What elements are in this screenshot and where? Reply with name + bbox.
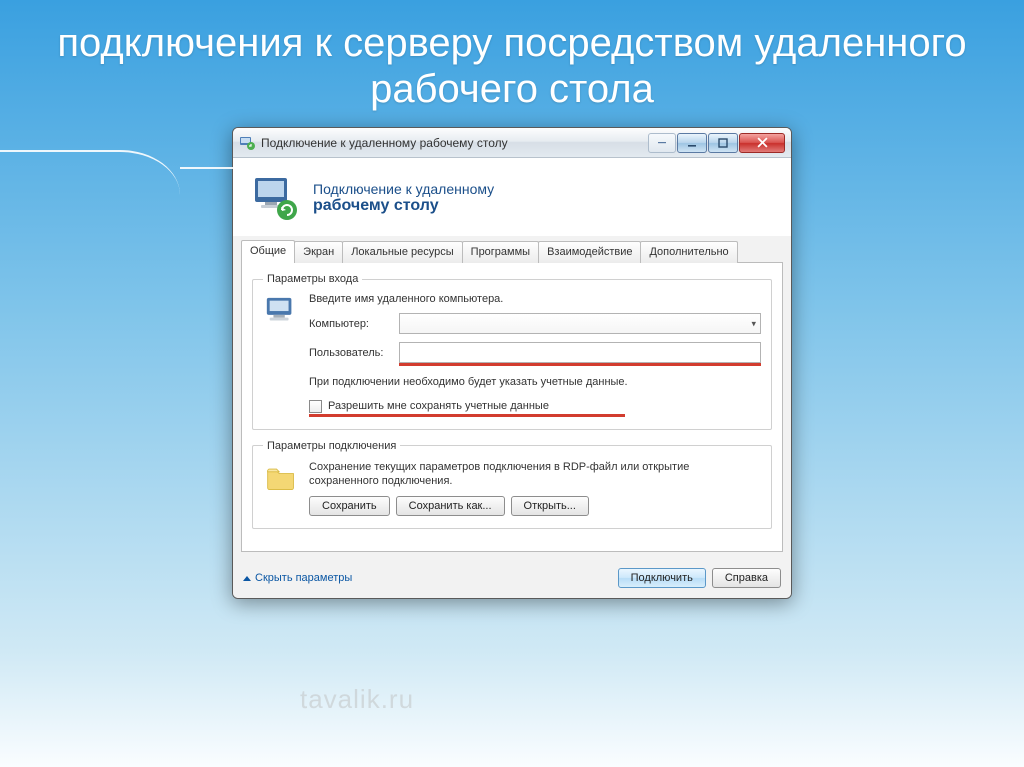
- titlebar-text: Подключение к удаленному рабочему столу: [261, 136, 647, 150]
- computer-combobox[interactable]: ▾: [399, 313, 761, 334]
- login-settings-group: Параметры входа Введите имя удаленного к…: [252, 273, 772, 430]
- credentials-note: При подключении необходимо будет указать…: [309, 376, 761, 390]
- header-line1: Подключение к удаленному: [313, 181, 494, 197]
- computer-label: Компьютер:: [309, 318, 399, 330]
- slide-title: подключения к серверу посредством удален…: [0, 0, 1024, 127]
- save-as-button[interactable]: Сохранить как...: [396, 496, 505, 516]
- collapse-arrow-icon: [243, 576, 251, 581]
- save-credentials-checkbox[interactable]: [309, 400, 322, 413]
- connection-legend: Параметры подключения: [263, 440, 400, 452]
- dropdown-arrow-icon: ▾: [751, 318, 756, 329]
- highlight-save-creds: [309, 414, 625, 417]
- open-button[interactable]: Открыть...: [511, 496, 589, 516]
- maximize-button[interactable]: [708, 133, 738, 153]
- tab-display[interactable]: Экран: [294, 241, 343, 263]
- login-instruction: Введите имя удаленного компьютера.: [309, 293, 761, 305]
- tab-experience[interactable]: Взаимодействие: [538, 241, 641, 263]
- tab-strip: Общие Экран Локальные ресурсы Программы …: [233, 240, 791, 263]
- titlebar[interactable]: Подключение к удаленному рабочему столу: [233, 128, 791, 158]
- user-label: Пользователь:: [309, 347, 399, 359]
- tab-general[interactable]: Общие: [241, 240, 295, 263]
- computer-icon: [263, 293, 299, 417]
- save-credentials-label: Разрешить мне сохранять учетные данные: [328, 400, 549, 412]
- rdp-dialog-window: Подключение к удаленному рабочему столу …: [232, 127, 792, 599]
- window-buttons: [647, 133, 785, 153]
- username-input[interactable]: [399, 342, 761, 363]
- help-button[interactable]: Справка: [712, 568, 781, 588]
- login-legend: Параметры входа: [263, 273, 362, 285]
- save-button[interactable]: Сохранить: [309, 496, 390, 516]
- tab-advanced[interactable]: Дополнительно: [640, 241, 737, 263]
- help-window-button[interactable]: [648, 133, 676, 153]
- watermark: tavalik.ru: [300, 684, 414, 715]
- connection-note: Сохранение текущих параметров подключени…: [309, 460, 761, 489]
- hide-options-text: Скрыть параметры: [255, 572, 352, 584]
- header-line2: рабочему столу: [313, 197, 494, 215]
- tab-local-resources[interactable]: Локальные ресурсы: [342, 241, 462, 263]
- rdp-app-icon: [239, 135, 255, 151]
- minimize-button[interactable]: [677, 133, 707, 153]
- dialog-footer: Скрыть параметры Подключить Справка: [233, 560, 791, 598]
- decorative-wave: [0, 150, 180, 195]
- hide-options-link[interactable]: Скрыть параметры: [243, 572, 352, 584]
- dialog-header-text: Подключение к удаленному рабочему столу: [313, 181, 494, 215]
- tab-panel-general: Параметры входа Введите имя удаленного к…: [241, 263, 783, 552]
- folder-icon: [263, 460, 299, 517]
- rdp-header-icon: [251, 174, 299, 222]
- tab-programs[interactable]: Программы: [462, 241, 539, 263]
- connect-button[interactable]: Подключить: [618, 568, 706, 588]
- close-button[interactable]: [739, 133, 785, 153]
- dialog-header: Подключение к удаленному рабочему столу: [233, 158, 791, 236]
- connection-settings-group: Параметры подключения Сохранение текущих…: [252, 440, 772, 530]
- highlight-username: [399, 363, 761, 366]
